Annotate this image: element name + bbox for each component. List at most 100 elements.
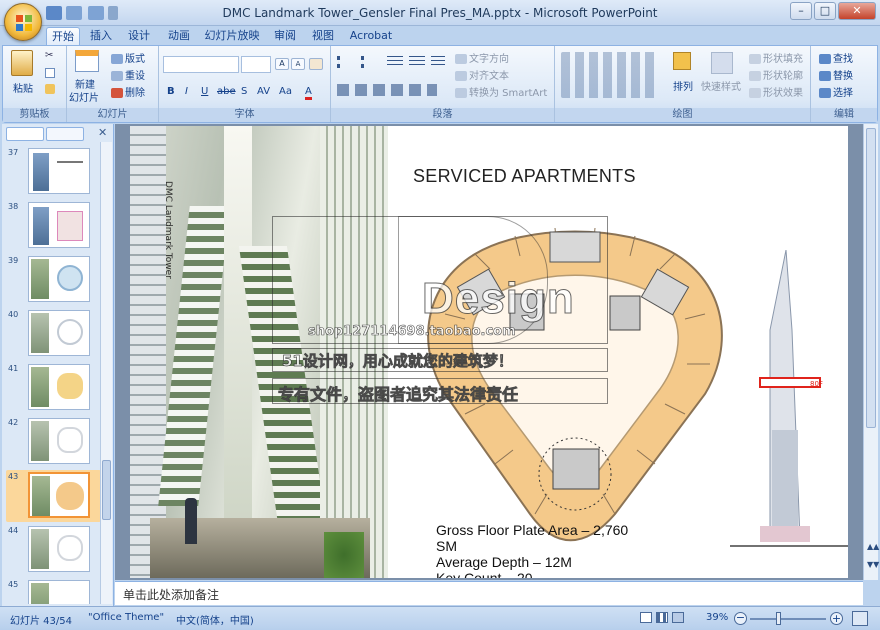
stat-line: Average Depth – 12M xyxy=(436,554,572,570)
replace-label: 替换 xyxy=(833,71,853,82)
line-spacing-icon[interactable] xyxy=(431,56,445,68)
shapes-gallery[interactable] xyxy=(561,52,659,98)
shape-outline-label: 形状轮廓 xyxy=(763,71,803,82)
slide-thumbnail[interactable]: 38 xyxy=(6,200,101,252)
decrease-indent-icon[interactable] xyxy=(387,56,403,68)
normal-view-icon[interactable] xyxy=(640,612,652,623)
slide-thumbnail[interactable]: 37 xyxy=(6,146,101,198)
char-spacing-button[interactable]: AV xyxy=(257,86,270,97)
close-button[interactable]: ✕ xyxy=(838,2,876,20)
font-name-combo[interactable] xyxy=(163,56,239,73)
undo-icon[interactable] xyxy=(66,6,82,20)
paste-icon[interactable] xyxy=(11,50,33,76)
slide-thumbnail[interactable]: 41 xyxy=(6,362,101,414)
slides-tab[interactable] xyxy=(6,127,44,141)
slide-heading: SERVICED APARTMENTS xyxy=(413,166,636,186)
slide-editor: DMC Landmark Tower SERVICED APARTMENTS 8… xyxy=(115,124,863,580)
font-size-combo[interactable] xyxy=(241,56,271,73)
reset-button[interactable]: 重设 xyxy=(111,67,145,82)
zoom-out-icon[interactable]: − xyxy=(734,612,747,625)
new-slide-label-2[interactable]: 幻灯片 xyxy=(69,89,99,104)
font-color-button[interactable]: A xyxy=(305,86,312,100)
zoom-slider-track[interactable] xyxy=(750,618,826,620)
tab-home[interactable]: 开始 xyxy=(46,27,80,46)
change-case-button[interactable]: Aa xyxy=(279,86,292,97)
slide-thumbnail[interactable]: 40 xyxy=(6,308,101,360)
arrange-label[interactable]: 排列 xyxy=(673,78,693,93)
tab-animations[interactable]: 动画 xyxy=(162,27,196,46)
drawing-group: 排列 快速样式 形状填充 形状轮廓 形状效果 绘图 xyxy=(555,46,811,122)
notes-pane[interactable]: 单击此处添加备注 xyxy=(115,581,863,605)
smartart-button[interactable]: 转换为 SmartArt xyxy=(455,84,547,99)
find-icon xyxy=(819,54,831,64)
prev-slide-icon[interactable]: ▲▲ xyxy=(867,542,879,551)
copy-icon[interactable] xyxy=(45,68,55,78)
bold-button[interactable]: B xyxy=(167,86,175,97)
thumbnail-scrollbar[interactable] xyxy=(100,142,112,604)
close-panel-button[interactable]: ✕ xyxy=(98,126,107,139)
next-slide-icon[interactable]: ▼▼ xyxy=(867,560,879,569)
shadow-button[interactable]: S xyxy=(241,86,247,97)
save-icon[interactable] xyxy=(46,6,62,20)
arrange-icon[interactable] xyxy=(673,52,691,70)
maximize-button[interactable]: □ xyxy=(814,2,836,20)
slide-sorter-icon[interactable] xyxy=(656,612,668,623)
align-text-button[interactable]: 对齐文本 xyxy=(455,67,509,82)
slide-thumbnail-selected[interactable]: 43 xyxy=(6,470,101,522)
quick-styles-icon[interactable] xyxy=(711,52,733,74)
ribbon: 粘贴 ✂ 剪贴板 新建 幻灯片 版式 重设 删除 幻灯片 A A B I U a… xyxy=(2,45,878,123)
replace-button[interactable]: 替换 xyxy=(819,67,853,82)
editor-scroll-thumb[interactable] xyxy=(866,128,876,428)
shape-outline-button[interactable]: 形状轮廓 xyxy=(749,67,803,82)
text-direction-button[interactable]: 文字方向 xyxy=(455,50,509,65)
editor-scrollbar[interactable]: ▲▲ ▼▼ xyxy=(863,124,879,580)
slide-number: 45 xyxy=(8,580,19,589)
outline-tab[interactable] xyxy=(46,127,84,141)
thumbnail-scroll-thumb[interactable] xyxy=(102,460,111,520)
bullets-icon[interactable] xyxy=(337,56,353,68)
slide-canvas[interactable]: DMC Landmark Tower SERVICED APARTMENTS 8… xyxy=(130,126,848,578)
slide-thumbnail[interactable]: 39 xyxy=(6,254,101,306)
office-button[interactable] xyxy=(4,3,42,41)
customize-qat-icon[interactable] xyxy=(108,6,118,20)
tab-view[interactable]: 视图 xyxy=(306,27,340,46)
zoom-level[interactable]: 39% xyxy=(706,612,728,623)
slideshow-view-icon[interactable] xyxy=(672,612,684,623)
increase-indent-icon[interactable] xyxy=(409,56,425,68)
grow-font-button[interactable]: A xyxy=(275,58,289,70)
tab-review[interactable]: 审阅 xyxy=(268,27,302,46)
slides-group-label: 幻灯片 xyxy=(67,108,158,122)
alignment-buttons-icon[interactable] xyxy=(337,84,437,96)
quick-styles-label[interactable]: 快速样式 xyxy=(701,78,741,93)
fit-window-icon[interactable] xyxy=(852,611,868,626)
slide-thumbnail[interactable]: 45 xyxy=(6,578,101,604)
format-painter-icon[interactable] xyxy=(45,84,55,94)
underline-button[interactable]: U xyxy=(201,86,208,97)
delete-button[interactable]: 删除 xyxy=(111,84,145,99)
redo-icon[interactable] xyxy=(88,6,104,20)
slide-thumbnail[interactable]: 42 xyxy=(6,416,101,468)
zoom-in-icon[interactable]: + xyxy=(830,612,843,625)
stat-line: Key Count – 20 xyxy=(436,570,533,578)
layout-button[interactable]: 版式 xyxy=(111,50,145,65)
tab-design[interactable]: 设计 xyxy=(122,27,156,46)
new-slide-icon[interactable] xyxy=(75,50,99,72)
tab-slideshow[interactable]: 幻灯片放映 xyxy=(200,27,264,46)
paste-button[interactable]: 粘贴 xyxy=(13,80,33,95)
italic-button[interactable]: I xyxy=(185,86,188,97)
shape-fill-button[interactable]: 形状填充 xyxy=(749,50,803,65)
clear-format-icon[interactable] xyxy=(309,58,323,70)
shrink-font-button[interactable]: A xyxy=(291,58,305,70)
tab-insert[interactable]: 插入 xyxy=(86,27,116,46)
zoom-slider-thumb[interactable] xyxy=(776,612,781,625)
select-button[interactable]: 选择 xyxy=(819,84,853,99)
minimize-button[interactable]: – xyxy=(790,2,812,20)
numbering-icon[interactable] xyxy=(361,56,377,68)
tab-acrobat[interactable]: Acrobat xyxy=(346,27,396,46)
shape-effects-button[interactable]: 形状效果 xyxy=(749,84,803,99)
find-button[interactable]: 查找 xyxy=(819,50,853,65)
cut-icon[interactable]: ✂ xyxy=(45,50,57,61)
thumb-image xyxy=(28,418,90,464)
strikethrough-button[interactable]: abe xyxy=(217,86,236,97)
slide-thumbnail[interactable]: 44 xyxy=(6,524,101,576)
